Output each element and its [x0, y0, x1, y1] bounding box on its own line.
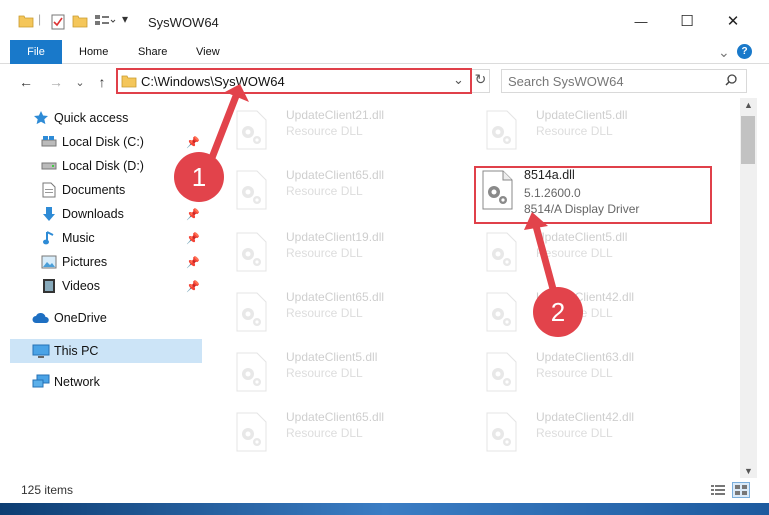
callout-step-one: 1	[174, 152, 224, 202]
desktop-background	[0, 503, 769, 515]
callout-step-two: 2	[533, 287, 583, 337]
explorer-window: | ▾ SysWOW64 — ☐ ✕ File Home Share View …	[0, 0, 769, 515]
arrow-two-head	[524, 212, 548, 230]
annotation-arrows	[204, 84, 560, 304]
